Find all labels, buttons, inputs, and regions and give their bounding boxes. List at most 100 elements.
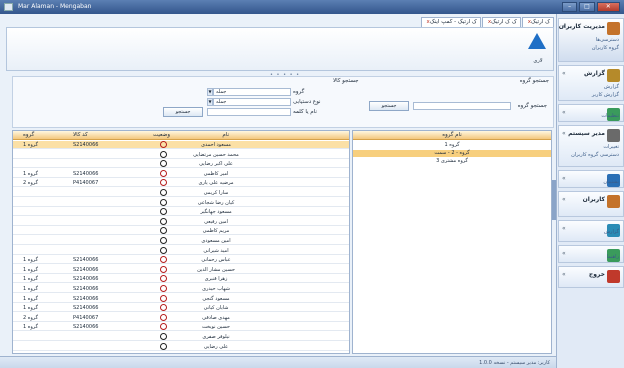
grid-header: گروه کد کالا وضعیت نام [13, 131, 349, 140]
table-row[interactable]: نیلوفر صفری [13, 333, 349, 341]
table-row[interactable]: گروه 1 S2140066 امیر کاظمی [13, 169, 349, 178]
list-item[interactable]: گروه مشتری 3 [353, 158, 551, 165]
cell-type: گروه 1 [23, 286, 38, 292]
expand-icon[interactable]: « [562, 225, 566, 232]
group-search-button[interactable]: جستجو [369, 101, 409, 111]
status-text: کاربر: مدیر سیستم - نسخه 1.0.0 [479, 360, 550, 366]
expand-icon[interactable]: « [562, 196, 566, 203]
group-search-input[interactable] [413, 102, 511, 110]
table-row[interactable]: علی اکبر رضایی [13, 160, 349, 169]
expand-icon[interactable]: « [562, 250, 566, 257]
cell-code: S2140066 [73, 276, 99, 283]
table-row[interactable]: علی رضایی [13, 342, 349, 351]
cell-name: مرضیه علی یاری [198, 180, 234, 187]
users-icon [607, 195, 620, 208]
sidebar-item-4[interactable]: «مدیر سیستم تغییرات دسترسی گروه کاربران [558, 125, 624, 167]
chevron-down-icon[interactable]: ▼ [207, 98, 213, 106]
table-row[interactable]: گروه 1 S2140066 مسعود احمدی [13, 141, 349, 149]
search-button[interactable]: جستجو [163, 107, 203, 117]
expand-icon[interactable]: « [562, 175, 566, 182]
sidebar-item-9[interactable]: « خروج [558, 266, 624, 288]
sidebar-item-7[interactable]: « گزارش [558, 220, 624, 242]
tab-label: ک ک ارتیک [491, 19, 517, 25]
tab-1[interactable]: ک ارتیکx [521, 17, 554, 27]
cell-type: گروه 2 [23, 314, 38, 321]
expand-icon[interactable]: « [562, 271, 566, 278]
cell-name: حسین مشار الدین [197, 266, 235, 273]
table-row[interactable]: سارا کریمی [13, 189, 349, 197]
table-row[interactable]: مریم کاظمی [13, 227, 349, 236]
admin-icon [607, 129, 620, 142]
close-button[interactable]: ✕ [596, 2, 620, 12]
sidebar-item-5[interactable]: « پشتیبان [558, 170, 624, 188]
sidebar-subitem[interactable]: گزارش [604, 84, 619, 90]
cell-type: گروه 1 [23, 276, 38, 283]
sidebar-item-label: گزارش [583, 70, 605, 77]
cell-name: امین رفیعی [204, 218, 228, 225]
column-header-type[interactable]: گروه [23, 132, 34, 138]
table-row[interactable]: گروه 1 S2140066 زهرا قنبری [13, 275, 349, 284]
subtype-select[interactable]: جمله [213, 98, 291, 106]
cell-type: گروه 1 [23, 295, 38, 302]
table-row[interactable]: گروه 1 S2140066 حسین نوبخت [13, 323, 349, 332]
sidebar-item-6[interactable]: « کاربران [558, 191, 624, 217]
table-row[interactable]: گروه 2 P4140067 مهدی صادقی [13, 313, 349, 322]
cell-name: شهاب حیدری [202, 286, 230, 292]
tab-2[interactable]: ک ک ارتیکx [481, 17, 521, 27]
sidebar-subitem[interactable]: تنظیمات [601, 113, 619, 119]
expand-icon[interactable]: « [562, 130, 566, 137]
sidebar-subitem[interactable]: راهنما [607, 254, 619, 260]
table-row[interactable]: کیان رضا شجاعی [13, 198, 349, 207]
minimize-button[interactable]: – [562, 2, 578, 12]
chevron-down-icon[interactable]: ▼ [207, 88, 213, 96]
cell-name: زهرا قنبری [204, 276, 228, 283]
cell-type: گروه 1 [23, 257, 38, 264]
sidebar-subitem[interactable]: گزارش [604, 229, 619, 235]
sidebar-subitem[interactable]: پشتیبان [603, 179, 619, 185]
expand-icon[interactable]: « [562, 109, 566, 116]
sidebar-item-8[interactable]: « راهنما [558, 245, 624, 263]
maximize-button[interactable]: □ [579, 2, 595, 12]
cell-name: علی اکبر رضایی [199, 161, 233, 168]
sidebar-item-3[interactable]: « تنظیمات [558, 104, 624, 122]
table-row[interactable]: مسعود جهانگیر [13, 208, 349, 217]
status-bar: کاربر: مدیر سیستم - نسخه 1.0.0 [0, 356, 556, 368]
column-header-code[interactable]: کد کالا [73, 132, 88, 138]
cell-code: S2140066 [73, 295, 99, 302]
table-row[interactable]: گروه 1 S2140066 مسعود گنجی [13, 294, 349, 303]
cell-name: مهدی صادقی [202, 314, 230, 321]
sidebar-item-2[interactable]: « گزارش گزارش گزارش کاربر [558, 65, 624, 101]
table-row[interactable]: امین رفیعی [13, 217, 349, 226]
group-grid-header[interactable]: نام گروه [353, 131, 551, 140]
table-row[interactable]: گروه 1 S2140066 شایان کیانی [13, 304, 349, 313]
list-item[interactable]: گروه 1 [353, 142, 551, 149]
cell-name: مسعود جهانگیر [200, 209, 232, 216]
list-item[interactable]: گروه - 2 - سمت [353, 150, 551, 157]
ribbon [6, 27, 554, 71]
group-grid: نام گروه گروه 1 گروه - 2 - سمت گروه مشتری … [352, 130, 552, 354]
sidebar-subitem[interactable]: گروه کاربران [592, 45, 619, 51]
sidebar-item-label: مدیر سیستم [568, 130, 605, 137]
type-select[interactable]: جمله [213, 88, 291, 96]
table-row[interactable]: محمد حسین مرتضایی [13, 150, 349, 159]
sidebar-item-1[interactable]: «مدیریت کاربران دسترسی‌ها گروه کاربران [558, 18, 624, 62]
app-icon [4, 3, 13, 11]
sidebar-subitem[interactable]: گزارش کاربر [592, 92, 619, 98]
table-row[interactable]: گروه 1 S2140066 عباس رحمانی [13, 256, 349, 265]
table-row[interactable]: گروه 1 S2140066 شهاب حیدری [13, 285, 349, 293]
table-row[interactable]: گروه 1 S2140066 حسین مشار الدین [13, 265, 349, 274]
name-input[interactable] [207, 108, 291, 116]
sidebar-subitem[interactable]: دسترسی گروه کاربران [571, 152, 619, 158]
column-header-name[interactable]: نام [222, 132, 229, 138]
sidebar-subitem[interactable]: تغییرات [603, 144, 619, 150]
sidebar-item-label: مدیریت کاربران [558, 23, 605, 30]
cell-code: S2140066 [73, 305, 99, 312]
table-row[interactable]: گروه 2 P4140067 مرضیه علی یاری [13, 179, 349, 188]
table-row[interactable]: امین مسعودی [13, 237, 349, 245]
table-row[interactable]: امید شیرانی [13, 246, 349, 255]
sidebar-subitem[interactable]: دسترسی‌ها [596, 37, 619, 43]
column-header-status[interactable]: وضعیت [153, 132, 170, 138]
expand-icon[interactable]: « [562, 70, 566, 77]
name-label: نام یا کلمه [293, 109, 317, 115]
tab-3[interactable]: ک ارتیک - کمپ اینکx [420, 17, 481, 27]
